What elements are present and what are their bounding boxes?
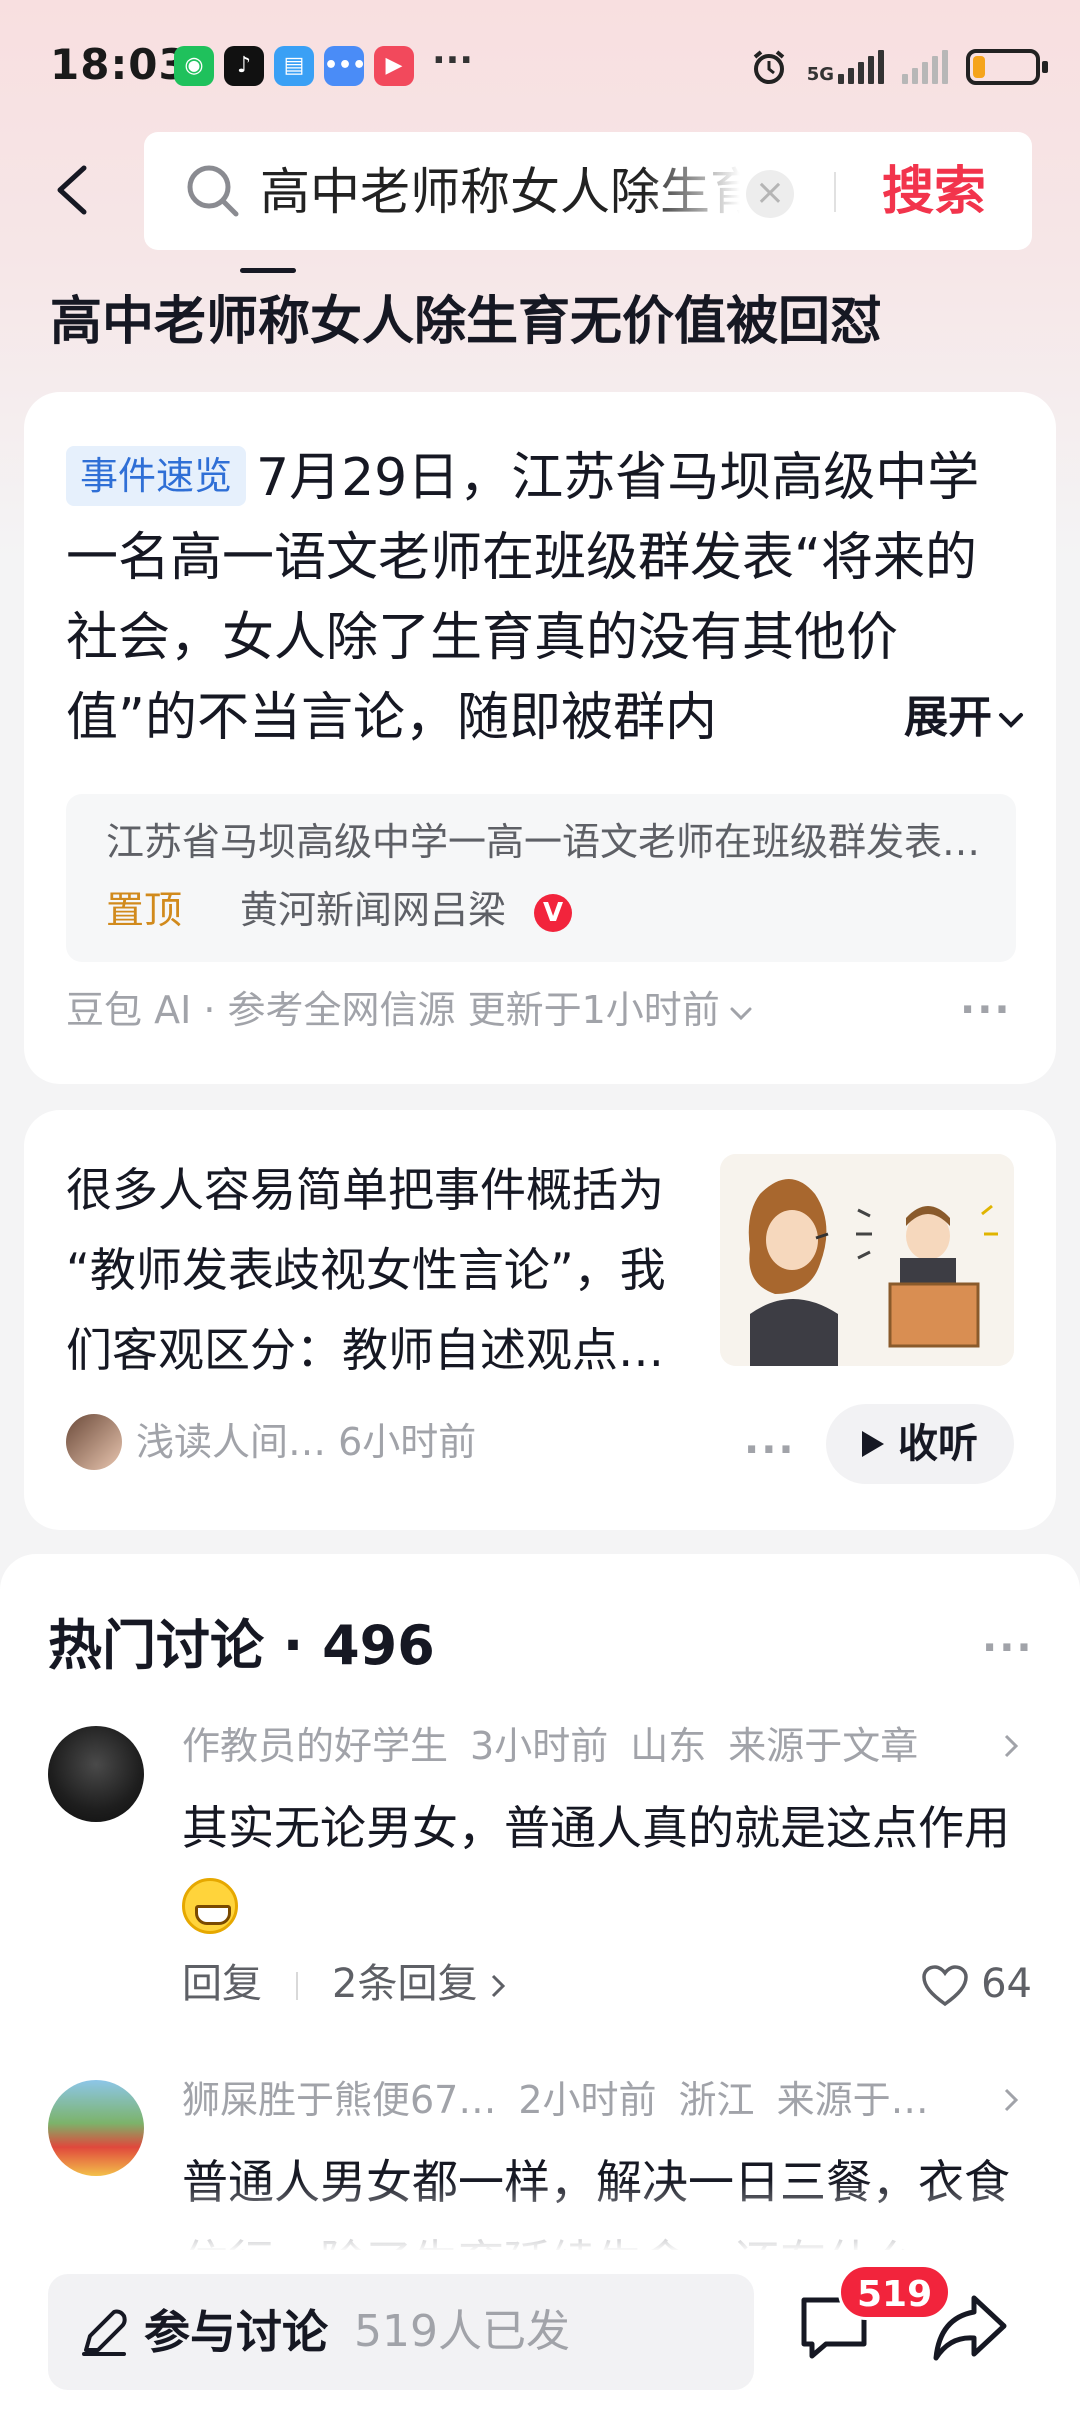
search-bar[interactable]: 高中老师称女人除生育无价值被回怼 × 搜索 [144, 132, 1032, 250]
comment-time: 3小时前 [470, 1724, 609, 1768]
verified-badge: V [534, 894, 572, 932]
discussion-title: 热门讨论 · 496 [48, 1614, 435, 1677]
illustration-image [720, 1154, 1014, 1366]
article-card[interactable]: 很多人容易简单把事件概括为 “教师发表歧视女性言论”，我 们客观区分：教师自述观… [24, 1110, 1056, 1530]
comment-source-link[interactable]: 来源于文章 [728, 1724, 918, 1768]
expand-label: 展开 [904, 692, 992, 743]
commenter-avatar[interactable] [48, 2080, 144, 2176]
search-divider [834, 172, 836, 212]
participant-count: 519人已发 [354, 2306, 570, 2357]
event-tag: 事件速览 [66, 446, 247, 506]
meta-text: 豆包 AI · 参考全网信源 更新于1小时前 [66, 988, 720, 1032]
wechat-icon: ◉ [174, 46, 214, 86]
commenter-avatar[interactable] [48, 1726, 144, 1822]
reply-button[interactable]: 回复 [182, 1961, 262, 2007]
signal-2-icon [902, 50, 948, 84]
join-discussion-input[interactable]: 参与讨论 519人已发 [48, 2274, 754, 2390]
comment-actions: 回复 2条回复 [182, 1954, 511, 2014]
grin-emoji-icon [182, 1878, 238, 1934]
comment-time: 2小时前 [518, 2078, 657, 2122]
comment-text: 其实无论男女，普通人真的就是这点作用 [182, 1788, 1042, 1948]
expand-button[interactable]: 展开 [814, 678, 1026, 758]
chevron-right-icon [492, 1974, 506, 1998]
listen-label: 收听 [898, 1421, 978, 1467]
more-options-icon[interactable]: ··· [744, 1430, 796, 1470]
play-icon [862, 1431, 884, 1457]
view-replies-button[interactable]: 2条回复 [332, 1961, 477, 2007]
heart-icon [922, 1965, 968, 2007]
author-meta[interactable]: 浅读人间… 6小时前 [136, 1414, 476, 1470]
search-icon [187, 165, 239, 217]
chevron-down-icon [730, 1007, 752, 1020]
source-title: 江苏省马坝高级中学一高一语文老师在班级群发表不当言论 [106, 820, 986, 864]
more-notifications-icon: ··· [432, 40, 474, 81]
chevron-right-icon [1004, 2088, 1019, 2112]
source-name: 黄河新闻网吕梁 [240, 888, 507, 932]
network-5g: 5G [807, 50, 884, 84]
comment-location: 山东 [630, 1724, 707, 1768]
summary-meta[interactable]: 豆包 AI · 参考全网信源 更新于1小时前 [66, 982, 756, 1038]
back-button[interactable] [44, 160, 104, 220]
article-line: “教师发表歧视女性言论”，我 [66, 1243, 666, 1297]
chevron-left-icon [57, 165, 87, 215]
video-icon: ▶ [374, 46, 414, 86]
author-name: 浅读人间… [136, 1420, 327, 1464]
comment-source-link[interactable]: 来源于… [777, 2078, 929, 2122]
article-thumbnail[interactable] [720, 1154, 1014, 1366]
comment-body: 其实无论男女，普通人真的就是这点作用 [182, 1801, 1010, 1855]
chevron-right-icon [1004, 1734, 1019, 1758]
bottom-fade [0, 2180, 1080, 2252]
douyin-icon: ♪ [224, 46, 264, 86]
message-icon: ••• [324, 46, 366, 86]
comment-meta: 狮屎胜于熊便67… 2小时前 浙江 来源于… [182, 2070, 1042, 2130]
alarm-icon [753, 50, 784, 84]
article-line: 们客观区分：教师自述观点… [66, 1323, 664, 1377]
search-input[interactable]: 高中老师称女人除生育无价值被回怼 [260, 162, 740, 222]
chevron-down-icon [999, 713, 1023, 728]
comment-meta: 作教员的好学生 3小时前 山东 来源于文章 [182, 1716, 1042, 1776]
status-indicators: 5G [749, 44, 1048, 90]
listen-button[interactable]: 收听 [826, 1404, 1014, 1484]
status-bar: 18:03 ◉ ♪ ▤ ••• ▶ ··· 5G [0, 0, 1080, 130]
commenter-name[interactable]: 作教员的好学生 [182, 1724, 448, 1768]
comment-location: 浙江 [678, 2078, 755, 2122]
like-button[interactable]: 64 [921, 1954, 1032, 2014]
share-icon[interactable] [930, 2290, 1010, 2366]
commenter-name[interactable]: 狮屎胜于熊便67… [182, 2078, 496, 2122]
like-count: 64 [981, 1961, 1032, 2007]
pin-label: 置顶 [106, 888, 183, 932]
tab-indicator [240, 268, 296, 273]
page-title: 高中老师称女人除生育无价值被回怼 [50, 292, 883, 352]
bottom-bar: 参与讨论 519人已发 519 [0, 2250, 1080, 2412]
battery-icon [966, 49, 1048, 85]
more-options-icon[interactable]: ··· [960, 990, 1012, 1030]
article-time: 6小时前 [338, 1420, 477, 1464]
source-box[interactable]: 江苏省马坝高级中学一高一语文老师在班级群发表不当言论 置顶 黄河新闻网吕梁 V [66, 794, 1016, 962]
signal-icon [838, 50, 884, 84]
reader-icon: ▤ [274, 46, 314, 86]
article-excerpt: 很多人容易简单把事件概括为 “教师发表歧视女性言论”，我 们客观区分：教师自述观… [66, 1150, 706, 1390]
author-avatar[interactable] [66, 1414, 122, 1470]
comment-item[interactable]: 作教员的好学生 3小时前 山东 来源于文章 其实无论男女，普通人真的就是这点作用 回复… [0, 1716, 1080, 2046]
pen-icon [82, 2309, 127, 2356]
article-line: 很多人容易简单把事件概括为 [66, 1163, 664, 1217]
event-summary-card[interactable]: 事件速览 7月29日，江苏省马坝高级中学一名高一语文老师在班级群发表“将来的社会，… [24, 392, 1056, 1084]
join-discussion-label: 参与讨论 [144, 2305, 328, 2359]
more-options-icon[interactable]: ··· [982, 1628, 1034, 1668]
search-submit-button[interactable]: 搜索 [882, 160, 986, 224]
clear-search-button[interactable]: × [746, 170, 794, 218]
battery-level [973, 56, 985, 78]
status-time: 18:03 [50, 40, 189, 89]
